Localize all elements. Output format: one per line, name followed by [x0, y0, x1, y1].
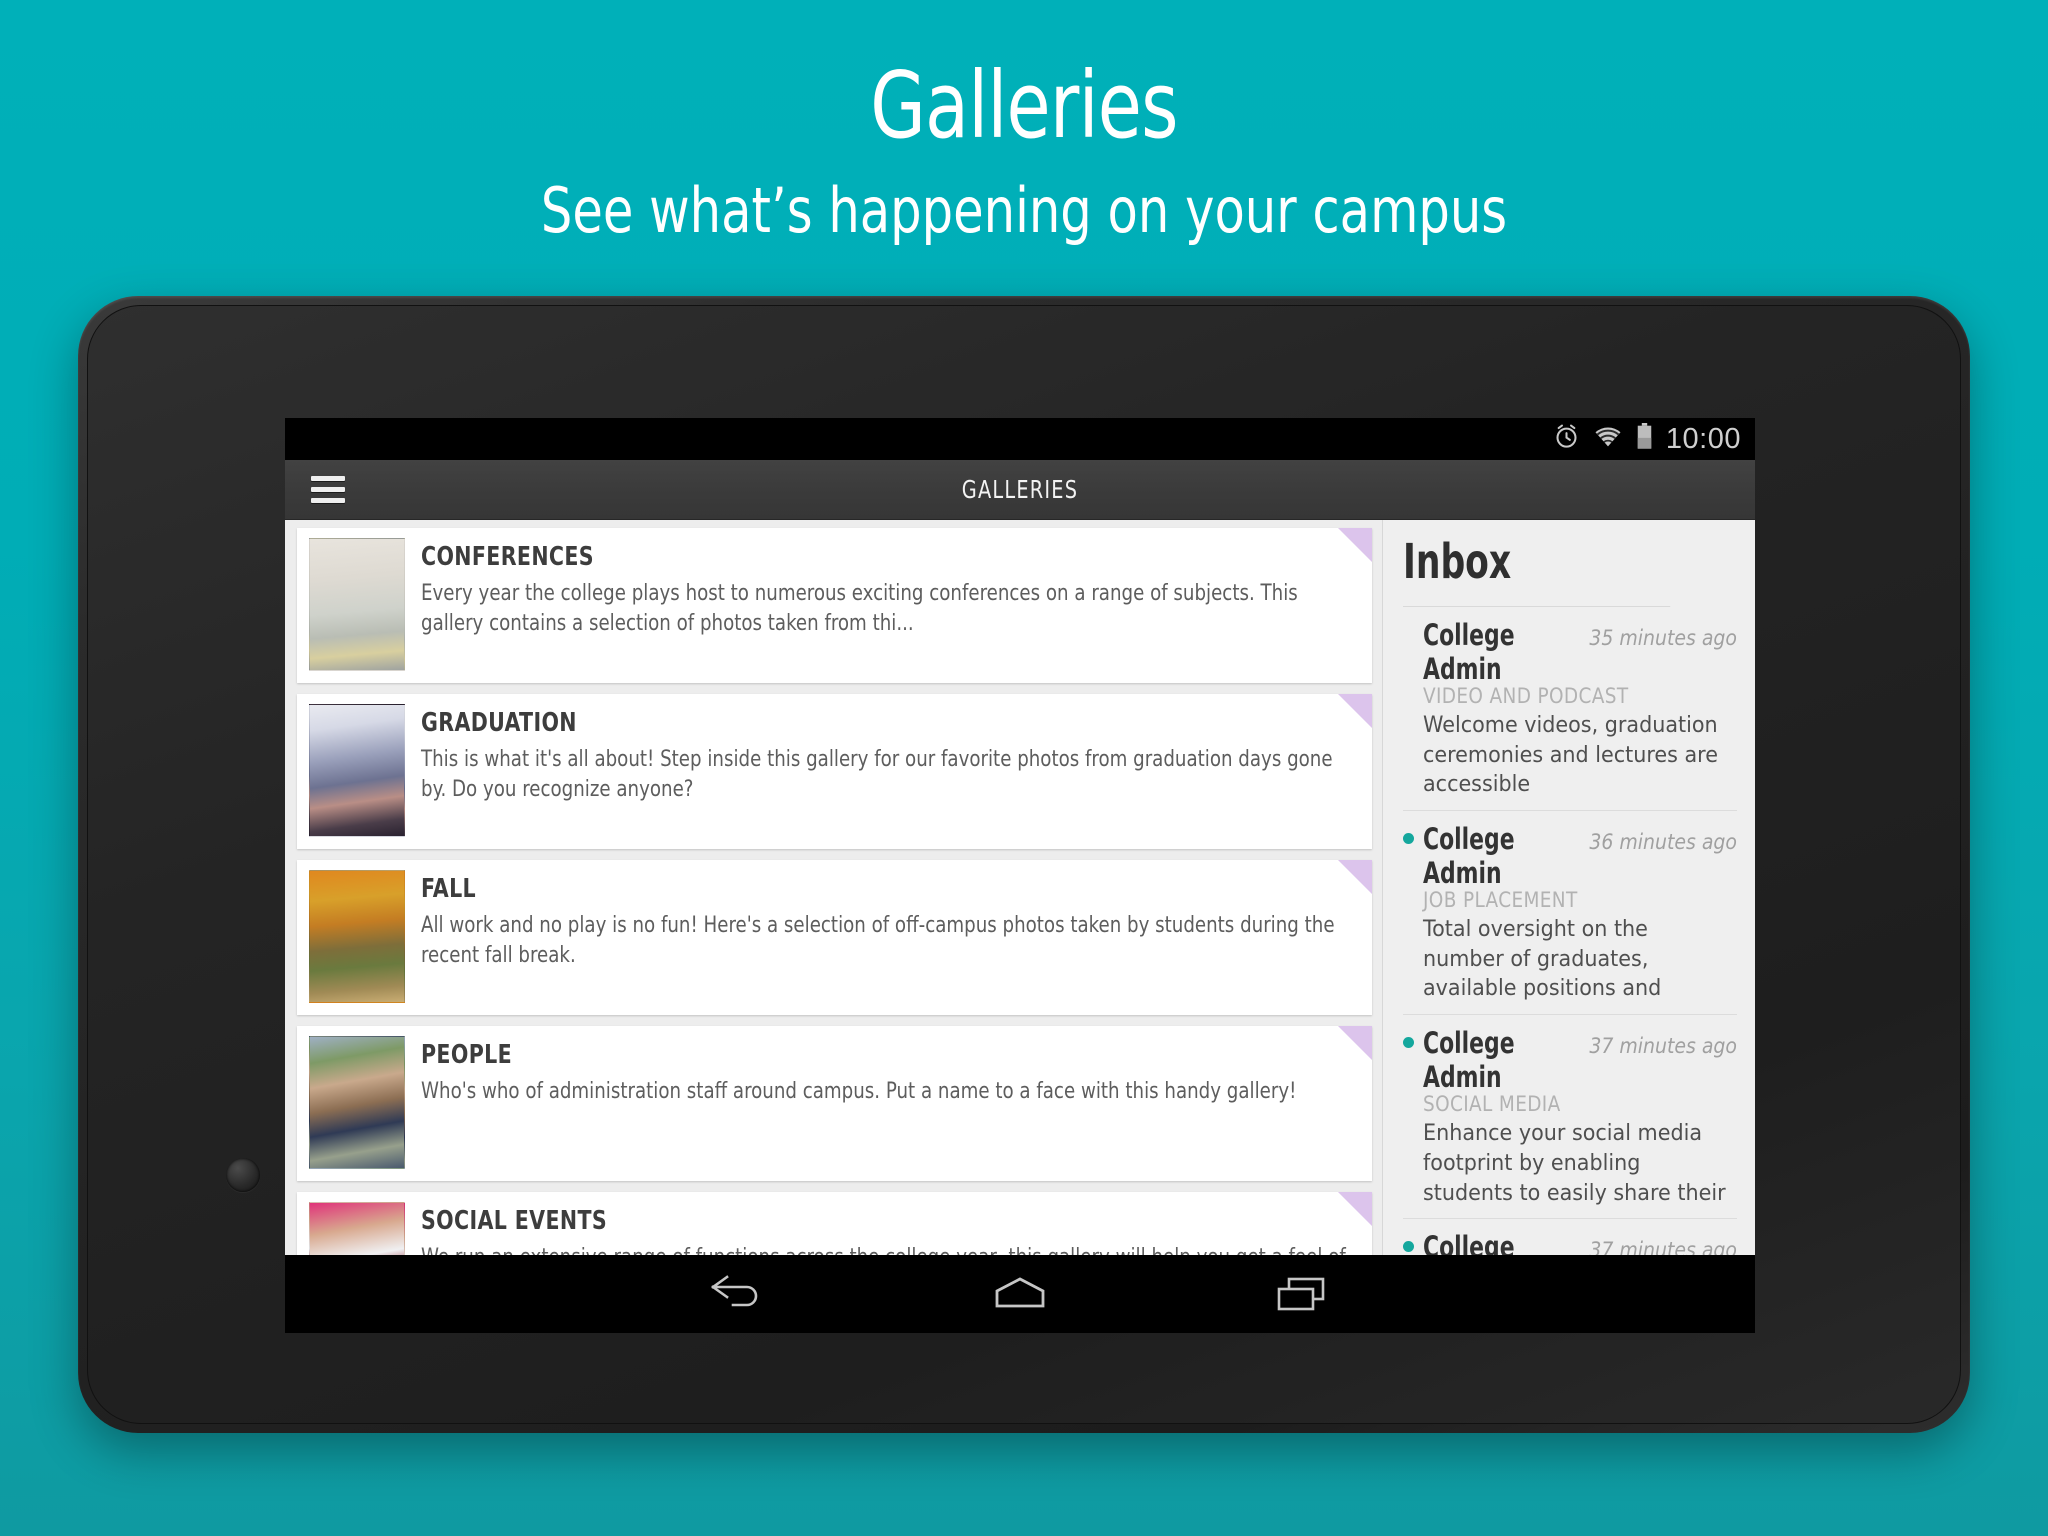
- gallery-card[interactable]: FALL All work and no play is no fun! Her…: [297, 860, 1372, 1015]
- unread-indicator-dot: [1403, 833, 1414, 845]
- battery-icon: [1636, 423, 1653, 455]
- unread-indicator-dot: [1403, 1037, 1414, 1049]
- gallery-card-body: FALL All work and no play is no fun! Her…: [421, 870, 1360, 1003]
- alarm-clock-icon: [1553, 423, 1580, 455]
- inbox-message-sender: College Admin: [1423, 822, 1515, 891]
- front-camera-icon: [226, 1158, 260, 1192]
- inbox-title: Inbox: [1403, 520, 1671, 607]
- status-bar: 10:00: [285, 418, 1755, 460]
- card-corner-marker: [1338, 694, 1372, 728]
- inbox-message-item[interactable]: College Admin 36 minutes ago JOB PLACEME…: [1403, 811, 1737, 1016]
- main-content: CONFERENCES Every year the college plays…: [285, 520, 1755, 1323]
- inbox-message-timestamp: 36 minutes ago: [1589, 830, 1737, 855]
- inbox-message-preview: Enhance your social media footprint by e…: [1423, 1120, 1726, 1206]
- inbox-message-sender: College Admin: [1423, 1026, 1515, 1095]
- gallery-card-body: PEOPLE Who's who of administration staff…: [421, 1036, 1360, 1169]
- unread-indicator-dot: [1403, 1241, 1414, 1253]
- gallery-title: SOCIAL EVENTS: [421, 1206, 608, 1236]
- hamburger-menu-icon[interactable]: [311, 476, 345, 503]
- gallery-thumbnail-people: [309, 1036, 405, 1169]
- card-corner-marker: [1338, 860, 1372, 894]
- inbox-message-sender: College Admin: [1423, 618, 1515, 686]
- gallery-title: FALL: [421, 874, 477, 904]
- inbox-message-preview: Welcome videos, graduation ceremonies an…: [1423, 712, 1718, 798]
- card-corner-marker: [1338, 1192, 1372, 1226]
- gallery-list[interactable]: CONFERENCES Every year the college plays…: [285, 520, 1382, 1323]
- inbox-message-item[interactable]: College Admin 37 minutes ago SOCIAL MEDI…: [1403, 1015, 1737, 1220]
- gallery-thumbnail-graduation: [309, 704, 405, 837]
- inbox-message-header: College Admin 36 minutes ago: [1423, 822, 1737, 890]
- gallery-description: Every year the college plays host to num…: [421, 580, 1298, 637]
- card-corner-marker: [1338, 528, 1372, 562]
- inbox-message-preview: Total oversight on the number of graduat…: [1423, 916, 1662, 1002]
- inbox-message-header: College Admin 37 minutes ago: [1423, 1026, 1737, 1094]
- card-corner-marker: [1338, 1026, 1372, 1060]
- android-navigation-bar: [285, 1255, 1755, 1333]
- gallery-card-body: GRADUATION This is what it's all about! …: [421, 704, 1360, 837]
- home-icon[interactable]: [977, 1266, 1063, 1322]
- gallery-card[interactable]: CONFERENCES Every year the college plays…: [297, 528, 1372, 683]
- gallery-card[interactable]: GRADUATION This is what it's all about! …: [297, 694, 1372, 849]
- status-bar-clock: 10:00: [1665, 422, 1741, 455]
- gallery-thumbnail-conferences: [309, 538, 405, 671]
- gallery-thumbnail-fall: [309, 870, 405, 1003]
- promo-subtitle: See what’s happening on your campus: [540, 174, 1508, 247]
- gallery-description: All work and no play is no fun! Here's a…: [421, 912, 1335, 969]
- gallery-title: GRADUATION: [421, 708, 577, 738]
- inbox-message-header: College Admin 35 minutes ago: [1423, 618, 1737, 686]
- inbox-message-timestamp: 35 minutes ago: [1589, 626, 1737, 650]
- promo-header: Galleries See what’s happening on your c…: [0, 0, 2048, 242]
- gallery-card-body: CONFERENCES Every year the college plays…: [421, 538, 1360, 671]
- inbox-message-timestamp: 37 minutes ago: [1589, 1034, 1737, 1059]
- recent-apps-icon[interactable]: [1259, 1266, 1345, 1322]
- action-bar: GALLERIES: [285, 460, 1755, 520]
- inbox-message-category: JOB PLACEMENT: [1423, 888, 1578, 913]
- inbox-panel[interactable]: Inbox College Admin 35 minutes ago VIDEO…: [1382, 520, 1755, 1323]
- gallery-description: Who's who of administration staff around…: [421, 1078, 1297, 1104]
- wifi-icon: [1593, 425, 1623, 454]
- gallery-title: CONFERENCES: [421, 542, 594, 572]
- tablet-screen: 10:00 GALLERIES CONFERENCES Every year t…: [285, 418, 1755, 1323]
- promo-title: Galleries: [870, 52, 1178, 159]
- page-title: GALLERIES: [961, 475, 1079, 504]
- gallery-card[interactable]: PEOPLE Who's who of administration staff…: [297, 1026, 1372, 1181]
- gallery-title: PEOPLE: [421, 1040, 513, 1070]
- back-arrow-icon[interactable]: [695, 1266, 781, 1322]
- inbox-message-category: SOCIAL MEDIA: [1423, 1092, 1561, 1117]
- gallery-description: This is what it's all about! Step inside…: [421, 746, 1333, 803]
- inbox-message-category: VIDEO AND PODCAST: [1423, 684, 1629, 708]
- inbox-message-item[interactable]: College Admin 35 minutes ago VIDEO AND P…: [1403, 607, 1737, 812]
